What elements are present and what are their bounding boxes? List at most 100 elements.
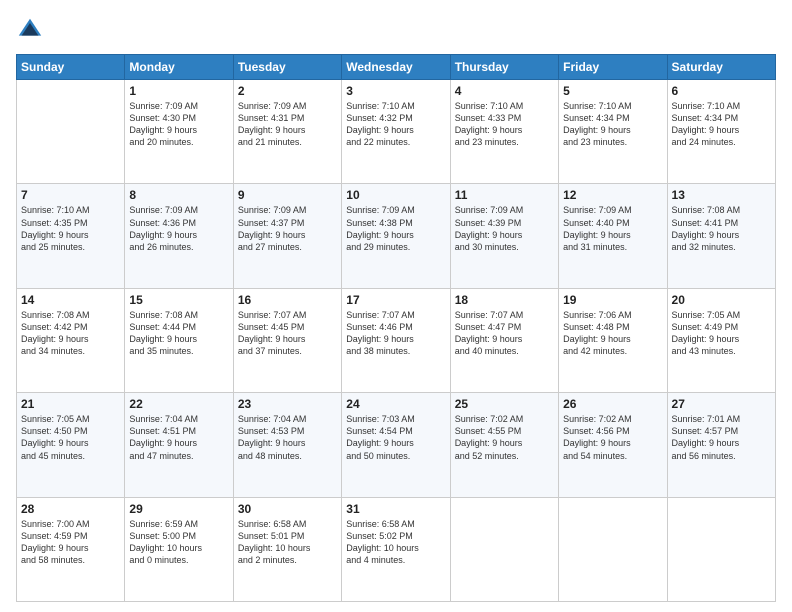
day-info: Sunrise: 7:08 AM Sunset: 4:42 PM Dayligh… [21, 309, 120, 358]
day-info: Sunrise: 7:10 AM Sunset: 4:34 PM Dayligh… [563, 100, 662, 149]
calendar-cell: 15Sunrise: 7:08 AM Sunset: 4:44 PM Dayli… [125, 288, 233, 392]
weekday-header-thursday: Thursday [450, 55, 558, 80]
day-info: Sunrise: 6:58 AM Sunset: 5:01 PM Dayligh… [238, 518, 337, 567]
day-info: Sunrise: 7:01 AM Sunset: 4:57 PM Dayligh… [672, 413, 771, 462]
day-number: 4 [455, 84, 554, 98]
calendar-cell: 20 Sunrise: 7:05 AM Sunset: 4:49 PM Dayli… [667, 288, 775, 392]
calendar-week-row: 7Sunrise: 7:10 AM Sunset: 4:35 PM Daylig… [17, 184, 776, 288]
day-info: Sunrise: 7:00 AM Sunset: 4:59 PM Dayligh… [21, 518, 120, 567]
day-number: 28 [21, 502, 120, 516]
day-info: Sunrise: 7:02 AM Sunset: 4:55 PM Dayligh… [455, 413, 554, 462]
calendar-cell: 14 Sunrise: 7:08 AM Sunset: 4:42 PM Dayli… [17, 288, 125, 392]
weekday-header-tuesday: Tuesday [233, 55, 341, 80]
day-number: 19 [563, 293, 662, 307]
day-info: Sunrise: 7:10 AM Sunset: 4:33 PM Dayligh… [455, 100, 554, 149]
day-number: 25 [455, 397, 554, 411]
day-number: 18 [455, 293, 554, 307]
calendar-cell: 1Sunrise: 7:09 AM Sunset: 4:30 PM Daylig… [125, 80, 233, 184]
calendar-cell: 23 Sunrise: 7:04 AM Sunset: 4:53 PM Dayli… [233, 393, 341, 497]
calendar-cell [559, 497, 667, 601]
calendar-cell: 10 Sunrise: 7:09 AM Sunset: 4:38 PM Dayli… [342, 184, 450, 288]
day-number: 8 [129, 188, 228, 202]
day-number: 17 [346, 293, 445, 307]
calendar-cell: 26 Sunrise: 7:02 AM Sunset: 4:56 PM Dayli… [559, 393, 667, 497]
calendar-cell: 4 Sunrise: 7:10 AM Sunset: 4:33 PM Daylig… [450, 80, 558, 184]
day-number: 3 [346, 84, 445, 98]
calendar-cell: 9 Sunrise: 7:09 AM Sunset: 4:37 PM Daylig… [233, 184, 341, 288]
calendar-cell: 11 Sunrise: 7:09 AM Sunset: 4:39 PM Dayli… [450, 184, 558, 288]
calendar-cell: 19 Sunrise: 7:06 AM Sunset: 4:48 PM Dayli… [559, 288, 667, 392]
day-info: Sunrise: 7:09 AM Sunset: 4:31 PM Dayligh… [238, 100, 337, 149]
day-number: 31 [346, 502, 445, 516]
calendar-cell: 21Sunrise: 7:05 AM Sunset: 4:50 PM Dayli… [17, 393, 125, 497]
calendar-week-row: 21Sunrise: 7:05 AM Sunset: 4:50 PM Dayli… [17, 393, 776, 497]
calendar-week-row: 28 Sunrise: 7:00 AM Sunset: 4:59 PM Dayli… [17, 497, 776, 601]
calendar-cell: 12 Sunrise: 7:09 AM Sunset: 4:40 PM Dayli… [559, 184, 667, 288]
weekday-header-sunday: Sunday [17, 55, 125, 80]
weekday-header-wednesday: Wednesday [342, 55, 450, 80]
calendar-cell: 27 Sunrise: 7:01 AM Sunset: 4:57 PM Dayli… [667, 393, 775, 497]
calendar-cell: 16Sunrise: 7:07 AM Sunset: 4:45 PM Dayli… [233, 288, 341, 392]
day-number: 23 [238, 397, 337, 411]
calendar-week-row: 14 Sunrise: 7:08 AM Sunset: 4:42 PM Dayli… [17, 288, 776, 392]
day-info: Sunrise: 7:09 AM Sunset: 4:36 PM Dayligh… [129, 204, 228, 253]
day-info: Sunrise: 7:09 AM Sunset: 4:37 PM Dayligh… [238, 204, 337, 253]
calendar-cell [667, 497, 775, 601]
day-info: Sunrise: 7:04 AM Sunset: 4:53 PM Dayligh… [238, 413, 337, 462]
calendar-cell: 24 Sunrise: 7:03 AM Sunset: 4:54 PM Dayli… [342, 393, 450, 497]
day-number: 11 [455, 188, 554, 202]
day-number: 10 [346, 188, 445, 202]
calendar-cell: 8 Sunrise: 7:09 AM Sunset: 4:36 PM Daylig… [125, 184, 233, 288]
day-info: Sunrise: 7:10 AM Sunset: 4:34 PM Dayligh… [672, 100, 771, 149]
day-info: Sunrise: 7:07 AM Sunset: 4:45 PM Dayligh… [238, 309, 337, 358]
day-number: 29 [129, 502, 228, 516]
weekday-header-monday: Monday [125, 55, 233, 80]
weekday-header-saturday: Saturday [667, 55, 775, 80]
day-info: Sunrise: 7:03 AM Sunset: 4:54 PM Dayligh… [346, 413, 445, 462]
weekday-header-row: SundayMondayTuesdayWednesdayThursdayFrid… [17, 55, 776, 80]
day-info: Sunrise: 7:08 AM Sunset: 4:44 PM Dayligh… [129, 309, 228, 358]
calendar-cell: 30Sunrise: 6:58 AM Sunset: 5:01 PM Dayli… [233, 497, 341, 601]
header [16, 16, 776, 44]
day-info: Sunrise: 7:07 AM Sunset: 4:47 PM Dayligh… [455, 309, 554, 358]
day-info: Sunrise: 6:59 AM Sunset: 5:00 PM Dayligh… [129, 518, 228, 567]
day-number: 12 [563, 188, 662, 202]
day-info: Sunrise: 7:09 AM Sunset: 4:39 PM Dayligh… [455, 204, 554, 253]
day-info: Sunrise: 7:08 AM Sunset: 4:41 PM Dayligh… [672, 204, 771, 253]
day-number: 2 [238, 84, 337, 98]
day-number: 27 [672, 397, 771, 411]
calendar-cell: 18 Sunrise: 7:07 AM Sunset: 4:47 PM Dayli… [450, 288, 558, 392]
logo-icon [16, 16, 44, 44]
page: SundayMondayTuesdayWednesdayThursdayFrid… [0, 0, 792, 612]
calendar-cell [450, 497, 558, 601]
day-number: 26 [563, 397, 662, 411]
day-number: 7 [21, 188, 120, 202]
day-number: 13 [672, 188, 771, 202]
day-number: 6 [672, 84, 771, 98]
day-info: Sunrise: 7:05 AM Sunset: 4:50 PM Dayligh… [21, 413, 120, 462]
day-info: Sunrise: 7:09 AM Sunset: 4:40 PM Dayligh… [563, 204, 662, 253]
day-info: Sunrise: 7:10 AM Sunset: 4:32 PM Dayligh… [346, 100, 445, 149]
calendar-cell: 7Sunrise: 7:10 AM Sunset: 4:35 PM Daylig… [17, 184, 125, 288]
day-number: 20 [672, 293, 771, 307]
day-number: 5 [563, 84, 662, 98]
calendar-week-row: 1Sunrise: 7:09 AM Sunset: 4:30 PM Daylig… [17, 80, 776, 184]
day-info: Sunrise: 7:04 AM Sunset: 4:51 PM Dayligh… [129, 413, 228, 462]
day-info: Sunrise: 7:09 AM Sunset: 4:38 PM Dayligh… [346, 204, 445, 253]
calendar-cell [17, 80, 125, 184]
day-number: 14 [21, 293, 120, 307]
day-info: Sunrise: 7:05 AM Sunset: 4:49 PM Dayligh… [672, 309, 771, 358]
calendar-table: SundayMondayTuesdayWednesdayThursdayFrid… [16, 54, 776, 602]
day-number: 9 [238, 188, 337, 202]
calendar-cell: 29 Sunrise: 6:59 AM Sunset: 5:00 PM Dayli… [125, 497, 233, 601]
day-info: Sunrise: 7:06 AM Sunset: 4:48 PM Dayligh… [563, 309, 662, 358]
day-info: Sunrise: 6:58 AM Sunset: 5:02 PM Dayligh… [346, 518, 445, 567]
calendar-cell: 17Sunrise: 7:07 AM Sunset: 4:46 PM Dayli… [342, 288, 450, 392]
day-info: Sunrise: 7:09 AM Sunset: 4:30 PM Dayligh… [129, 100, 228, 149]
calendar-cell: 2 Sunrise: 7:09 AM Sunset: 4:31 PM Daylig… [233, 80, 341, 184]
calendar-cell: 5 Sunrise: 7:10 AM Sunset: 4:34 PM Daylig… [559, 80, 667, 184]
day-number: 24 [346, 397, 445, 411]
calendar-cell: 31 Sunrise: 6:58 AM Sunset: 5:02 PM Dayli… [342, 497, 450, 601]
day-info: Sunrise: 7:02 AM Sunset: 4:56 PM Dayligh… [563, 413, 662, 462]
calendar-cell: 22Sunrise: 7:04 AM Sunset: 4:51 PM Dayli… [125, 393, 233, 497]
